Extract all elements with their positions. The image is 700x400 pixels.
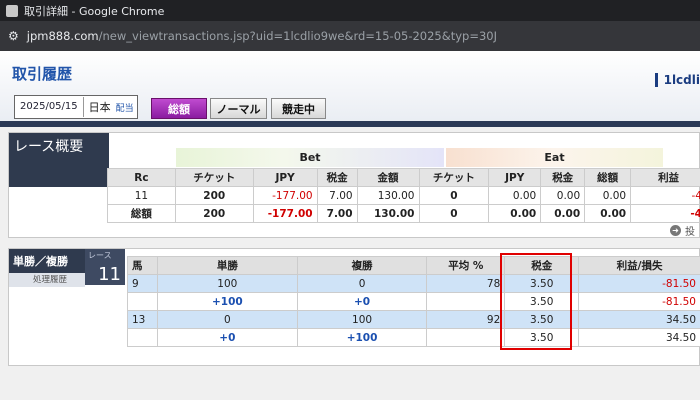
cell-bet-amount: 130.00 (356, 186, 420, 205)
cell-bet-jpy: -177.00 (252, 186, 318, 205)
page-title: 取引履歴 (12, 65, 73, 83)
cell-profit: -4 (630, 186, 700, 205)
col-eat-ticket: チケット (418, 168, 490, 187)
cell-horse (127, 328, 158, 347)
col-bet-ticket: チケット (174, 168, 254, 187)
cell-bet-tax: 7.00 (316, 204, 358, 223)
table-row: 9 100 0 78 3.50 -81.50 (127, 274, 700, 293)
cell-win: 0 (156, 310, 298, 329)
col-average: 平均 % (426, 256, 506, 275)
race-number-badge: レース 11 (85, 249, 125, 285)
race-overview-table: Rc チケット JPY 税金 金額 チケット JPY 税金 総額 利益 11 2… (107, 168, 700, 223)
cell-place: 100 (296, 310, 428, 329)
cell-eat-ticket: 0 (418, 186, 490, 205)
cell-eat-tax: 0.00 (540, 186, 586, 205)
header-divider (0, 121, 700, 127)
eat-group-header: Eat (446, 148, 663, 167)
history-label[interactable]: 処理履歴 (9, 273, 85, 287)
col-eat-tax: 税金 (540, 168, 586, 187)
tax-column-highlight (500, 253, 572, 350)
col-place: 複勝 (296, 256, 428, 275)
cell-bet-amount: 130.00 (356, 204, 420, 223)
site-settings-icon[interactable]: ⚙ (8, 29, 19, 43)
cell-eat-jpy: 0.00 (488, 186, 542, 205)
address-bar[interactable]: ⚙ jpm888.com/new_viewtransactions.jsp?ui… (0, 21, 700, 51)
win-place-header-row: 馬 単勝 複勝 平均 % 税金 利益/損失 (127, 256, 700, 275)
col-profit: 利益 (630, 168, 700, 187)
cell-place: 0 (296, 274, 428, 293)
cell-bet-jpy: -177.00 (252, 204, 318, 223)
racing-button[interactable]: 競走中 (271, 98, 326, 119)
race-overview-panel: レース概要 Bet Eat Rc チケット JPY 税金 金額 チケット JPY… (8, 132, 700, 238)
cell-win: 100 (156, 274, 298, 293)
cell-profit-loss: -81.50 (578, 292, 700, 311)
cell-place: +100 (296, 328, 428, 347)
delivery-label: 配当 (115, 103, 134, 114)
win-place-title: 単勝／複勝 (9, 249, 85, 273)
cell-bet-ticket: 200 (174, 204, 254, 223)
cell-place: +0 (296, 292, 428, 311)
col-eat-total: 総額 (584, 168, 632, 187)
browser-titlebar: 取引詳細 - Google Chrome (0, 0, 700, 21)
date-selector[interactable]: 2025/05/15 日本 配当 (14, 95, 138, 119)
table-row: 13 0 100 92 3.50 34.50 (127, 310, 700, 329)
cell-eat-tax: 0.00 (540, 204, 586, 223)
cell-eat-total: 0.00 (584, 186, 632, 205)
window-title: 取引詳細 - Google Chrome (24, 4, 165, 18)
cell-horse: 13 (127, 310, 158, 329)
cell-eat-jpy: 0.00 (488, 204, 542, 223)
cell-win: +100 (156, 292, 298, 311)
cell-profit-loss: 34.50 (578, 328, 700, 347)
country-value[interactable]: 日本 (84, 99, 111, 115)
url-host: jpm888.com (26, 29, 99, 43)
col-bet-amount: 金額 (356, 168, 420, 187)
col-bet-tax: 税金 (316, 168, 358, 187)
col-win: 単勝 (156, 256, 298, 275)
cell-win: +0 (156, 328, 298, 347)
win-place-table: 馬 単勝 複勝 平均 % 税金 利益/損失 9 100 0 78 3.50 -8… (127, 256, 700, 347)
page-header: 取引履歴 1lcdli 2025/05/15 日本 配当 総額 ノーマル 競走中 (0, 51, 700, 127)
cell-rc: 総額 (107, 204, 176, 223)
race-number: 11 (98, 264, 121, 285)
table-row: +100 +0 3.50 -81.50 (127, 292, 700, 311)
cell-horse (127, 292, 158, 311)
arrow-right-icon: ➜ (670, 225, 681, 236)
race-overview-title: レース概要 (9, 133, 109, 187)
overview-header-row: Rc チケット JPY 税金 金額 チケット JPY 税金 総額 利益 (107, 168, 700, 187)
user-id: 1lcdli (654, 73, 700, 87)
col-rc: Rc (107, 168, 176, 187)
cell-average: 92 (426, 310, 506, 329)
url-text[interactable]: jpm888.com/new_viewtransactions.jsp?uid=… (27, 29, 497, 43)
total-button[interactable]: 総額 (151, 98, 207, 119)
win-place-panel: 単勝／複勝 レース 11 処理履歴 馬 単勝 複勝 平均 % 税金 利益/損失 … (8, 248, 700, 366)
col-profit-loss: 利益/損失 (578, 256, 700, 275)
cell-eat-ticket: 0 (418, 204, 490, 223)
table-row: +0 +100 3.50 34.50 (127, 328, 700, 347)
table-row: 11 200 -177.00 7.00 130.00 0 0.00 0.00 0… (107, 186, 700, 205)
cell-profit-loss: 34.50 (578, 310, 700, 329)
col-bet-jpy: JPY (252, 168, 318, 187)
bet-group-header: Bet (176, 148, 444, 167)
cell-bet-ticket: 200 (174, 186, 254, 205)
invest-link[interactable]: ➜ 投 (670, 223, 695, 238)
cell-profit-loss: -81.50 (578, 274, 700, 293)
cell-average (426, 292, 506, 311)
date-value[interactable]: 2025/05/15 (15, 97, 84, 117)
col-eat-jpy: JPY (488, 168, 542, 187)
cell-rc: 11 (107, 186, 176, 205)
invest-link-label: 投 (685, 227, 695, 238)
cell-average: 78 (426, 274, 506, 293)
cell-average (426, 328, 506, 347)
table-row-total: 総額 200 -177.00 7.00 130.00 0 0.00 0.00 0… (107, 204, 700, 223)
cell-horse: 9 (127, 274, 158, 293)
cell-profit: -4 (630, 204, 700, 223)
page-favicon-icon (6, 4, 18, 17)
cell-bet-tax: 7.00 (316, 186, 358, 205)
url-path: /new_viewtransactions.jsp?uid=1lcdlio9we… (98, 29, 497, 43)
normal-button[interactable]: ノーマル (210, 98, 267, 119)
cell-eat-total: 0.00 (584, 204, 632, 223)
race-label: レース (88, 251, 112, 260)
col-horse: 馬 (127, 256, 158, 275)
